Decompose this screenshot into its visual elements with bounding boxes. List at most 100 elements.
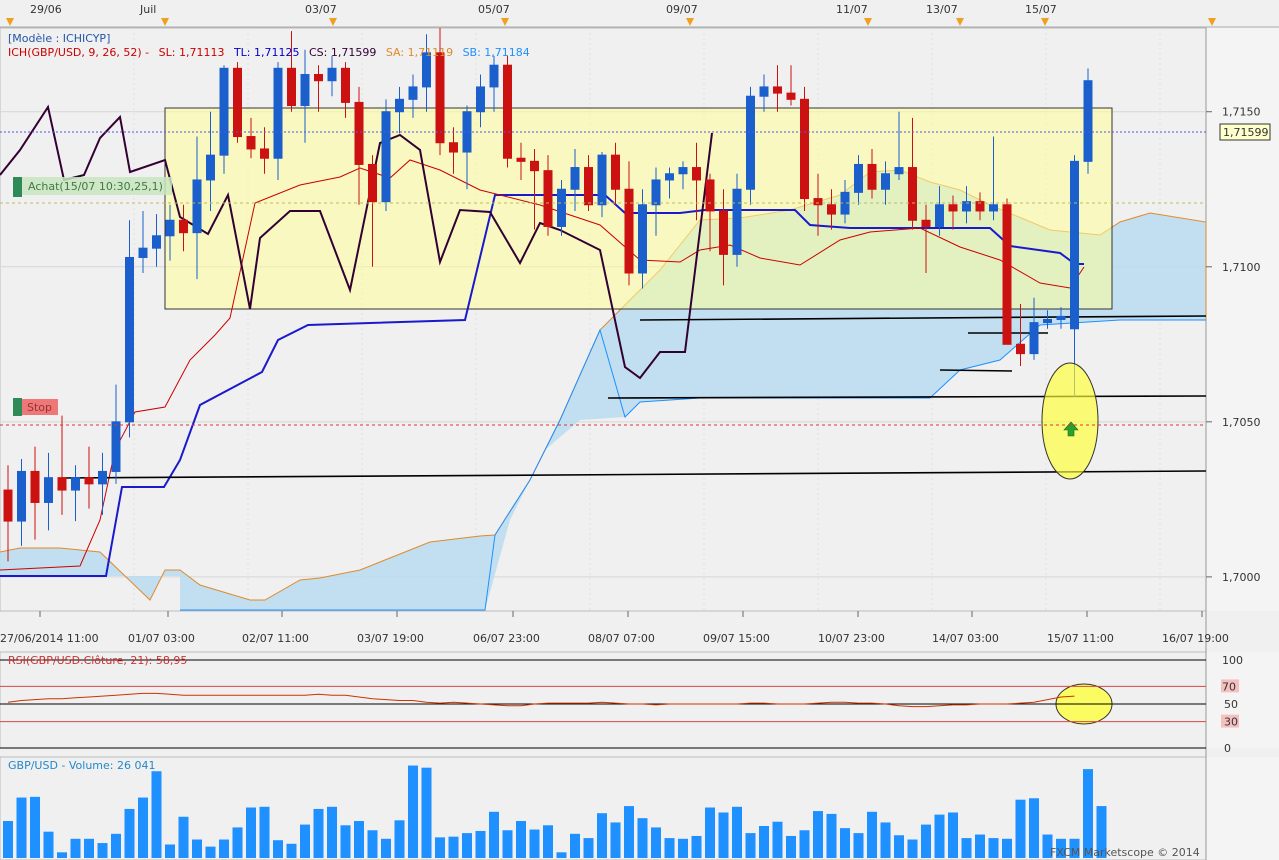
volume-bar <box>165 844 175 858</box>
candle-body <box>624 188 634 274</box>
candle-body <box>1070 160 1079 330</box>
volume-bar <box>759 826 769 858</box>
volume-bar <box>1029 798 1039 858</box>
candle-body <box>773 86 782 94</box>
price-tick-label: 1,7000 <box>1222 571 1261 584</box>
volume-bar <box>381 838 391 858</box>
top-date-label: Juil <box>139 3 156 16</box>
volume-bar <box>1002 838 1012 858</box>
rsi-level-label: 30 <box>1224 716 1238 729</box>
candle-body <box>570 167 580 190</box>
candle-body <box>746 95 755 190</box>
volume-bar <box>246 807 256 858</box>
candle-body <box>665 173 674 181</box>
event-marker-icon <box>956 18 964 26</box>
candle-body <box>503 64 512 159</box>
candle-body <box>881 173 890 190</box>
candle-body <box>1002 204 1012 345</box>
candle-body <box>854 163 863 193</box>
rsi-level-label: 70 <box>1222 680 1236 693</box>
candle-body <box>273 67 283 159</box>
candle-body <box>557 188 566 227</box>
volume-bar <box>124 808 135 858</box>
volume-bar <box>138 797 148 858</box>
candle-body <box>449 142 458 153</box>
volume-bar <box>691 835 702 858</box>
volume-bar <box>259 806 270 858</box>
current-price-label: 1,71599 <box>1223 126 1269 139</box>
volume-bar <box>43 831 54 858</box>
volume-bar <box>867 811 877 858</box>
candle-body <box>354 101 364 165</box>
volume-bar <box>286 843 297 858</box>
rsi-label: RSI(GBP/USD.Clôture, 21): 58,95 <box>8 654 187 667</box>
volume-bar <box>907 839 918 858</box>
volume-bar <box>556 852 567 858</box>
top-date-label: 11/07 <box>836 3 868 16</box>
candle-body <box>17 470 26 522</box>
candle-body <box>395 98 404 113</box>
time-tick-label: 10/07 23:00 <box>818 632 885 645</box>
volume-bar <box>70 838 81 858</box>
candle-body <box>1083 80 1093 162</box>
volume-bar <box>205 846 216 858</box>
candle-body <box>246 136 256 150</box>
volume-bar <box>921 824 931 858</box>
volume-bar <box>543 825 553 858</box>
price-tick-label: 1,7050 <box>1222 416 1261 429</box>
volume-bar <box>232 827 243 858</box>
candle-body <box>692 167 701 181</box>
candle-body <box>138 247 148 258</box>
volume-bar <box>610 822 621 858</box>
candle-body <box>327 67 337 82</box>
candle-body <box>152 235 161 249</box>
volume-bar <box>84 838 94 858</box>
stop-annotation[interactable]: Stop <box>13 398 58 416</box>
ich-label: ICH(GBP/USD, 9, 26, 52) - <box>8 46 149 59</box>
event-marker-icon <box>686 18 694 26</box>
top-date-label: 29/06 <box>30 3 62 16</box>
time-tick-label: 01/07 03:00 <box>128 632 195 645</box>
volume-bar <box>840 828 850 858</box>
time-tick-label: 03/07 19:00 <box>357 632 424 645</box>
volume-bar <box>3 821 13 858</box>
candle-body <box>57 477 67 491</box>
volume-bar <box>651 827 661 858</box>
candle-body <box>435 52 445 144</box>
top-date-label: 09/07 <box>666 3 698 16</box>
buy-annotation[interactable]: Achat(15/07 10:30,25,1) <box>13 177 172 197</box>
volume-bar <box>637 818 648 858</box>
candle-body <box>30 470 40 503</box>
volume-bar <box>273 840 283 858</box>
volume-bar <box>813 811 823 858</box>
chart-window: 1,7150 1,7100 1,7050 1,7000 100 70 50 30 0 27/06/… <box>0 0 1279 860</box>
candle-body <box>827 204 836 215</box>
candle-body <box>813 198 823 206</box>
volume-bar <box>354 821 364 858</box>
volume-bar <box>1083 769 1093 858</box>
candle-body <box>1043 319 1052 324</box>
candle-body <box>314 74 323 82</box>
top-date-label: 15/07 <box>1025 3 1057 16</box>
candle-body <box>800 98 809 200</box>
candle-body <box>206 154 215 181</box>
candle-body <box>192 179 202 234</box>
candle-body <box>678 167 688 175</box>
volume-bar <box>16 797 27 858</box>
candle-body <box>1016 343 1025 355</box>
event-marker-icon <box>1041 18 1049 26</box>
volume-axis[interactable] <box>1206 757 1279 860</box>
volume-bar <box>489 811 499 858</box>
volume-bar <box>219 839 229 858</box>
time-tick-label: 15/07 11:00 <box>1047 632 1114 645</box>
candle-body <box>543 170 553 227</box>
volume-bar <box>880 822 891 858</box>
top-date-label: 05/07 <box>478 3 510 16</box>
volume-bar <box>624 806 634 858</box>
volume-bar <box>97 843 108 858</box>
volume-bar <box>327 806 337 858</box>
candle-body <box>381 111 391 203</box>
volume-bar <box>421 767 432 858</box>
candle-body <box>948 204 958 212</box>
volume-bar <box>111 833 121 858</box>
